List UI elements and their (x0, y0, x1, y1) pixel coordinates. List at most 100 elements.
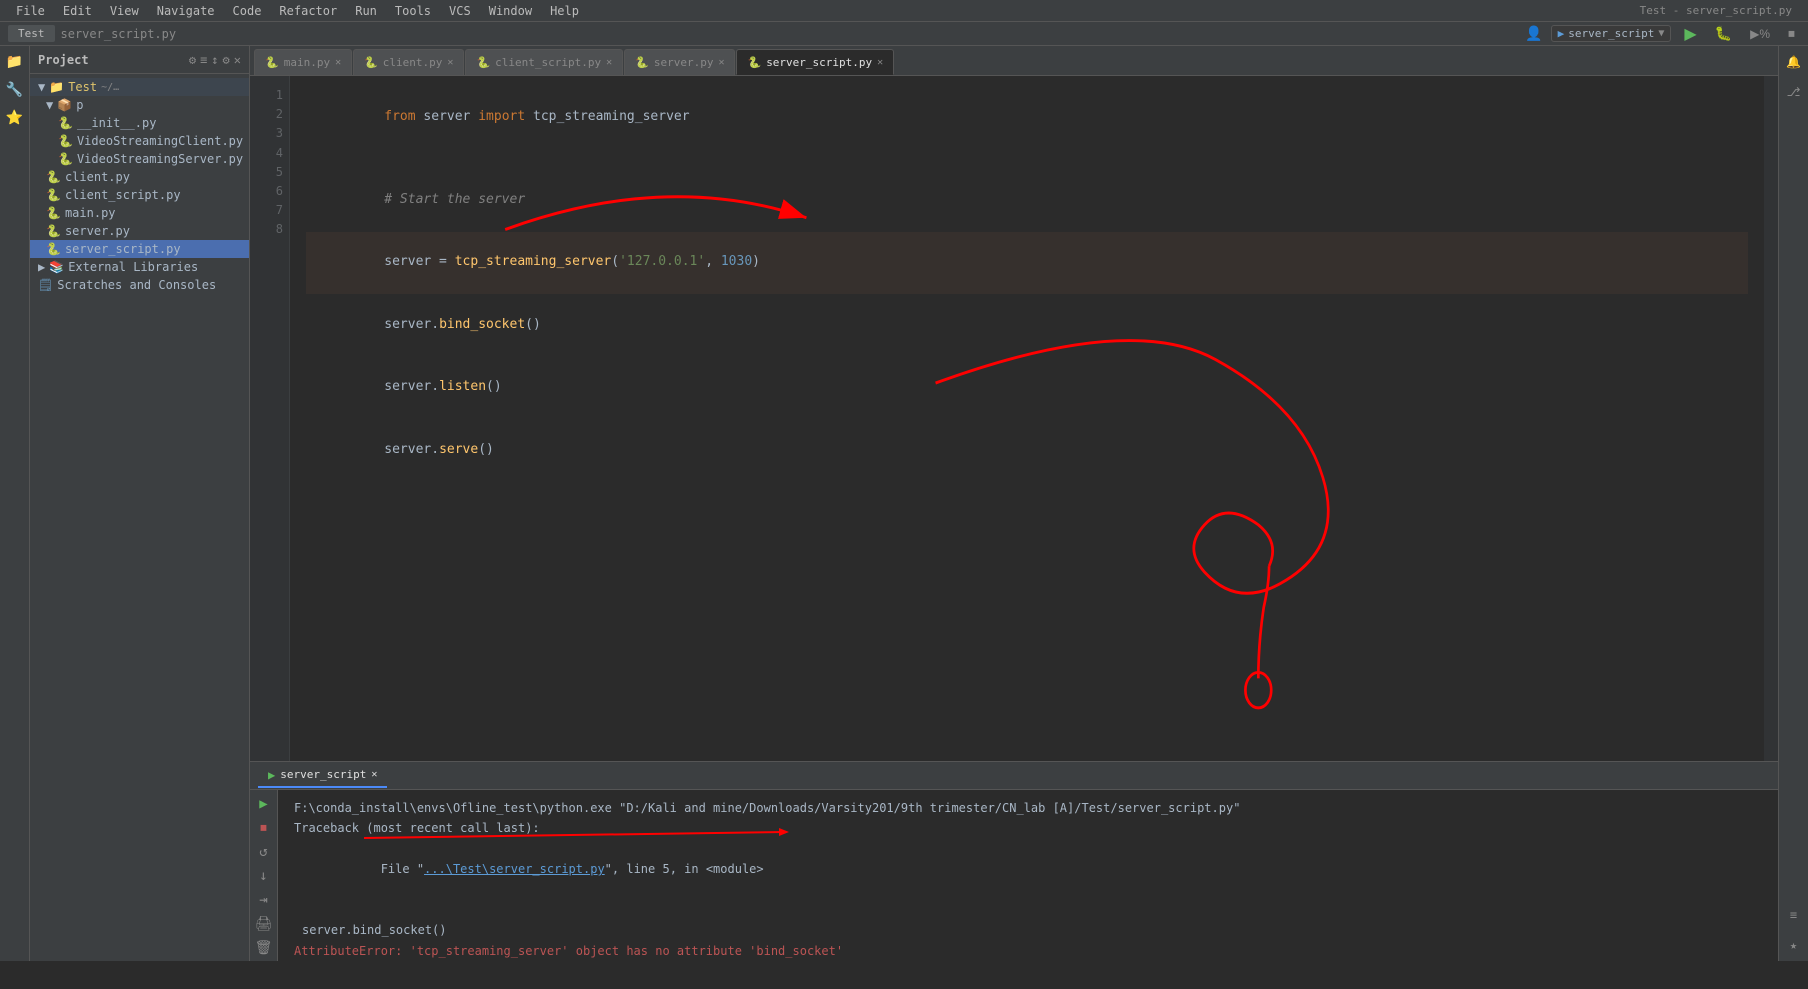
menu-code[interactable]: Code (225, 2, 270, 20)
menu-file[interactable]: File (8, 2, 53, 20)
title-tab[interactable]: Test (8, 25, 55, 42)
favorites-icon[interactable]: ⭐ (3, 106, 27, 130)
tree-item-vsclient[interactable]: 🐍 VideoStreamingClient.py (30, 132, 249, 150)
code-content[interactable]: from server import tcp_streaming_server … (290, 76, 1764, 761)
gear-icon[interactable]: ⚙ (189, 53, 196, 67)
menu-navigate[interactable]: Navigate (149, 2, 223, 20)
tree-label-server: server.py (65, 224, 130, 238)
menu-view[interactable]: View (102, 2, 147, 20)
folder-icon-p: 📦 (57, 98, 72, 112)
output-error: AttributeError: 'tcp_streaming_server' o… (294, 941, 1762, 961)
project-view-icon[interactable]: 📁 (3, 50, 27, 74)
tab-label-client: client.py (383, 56, 443, 69)
structure-right-icon[interactable]: ≡ (1782, 903, 1806, 927)
menu-help[interactable]: Help (542, 2, 587, 20)
run-config[interactable]: ▶ server_script ▼ (1551, 25, 1672, 42)
output-file-link[interactable]: ...\Test\server_script.py (424, 862, 605, 876)
folder-expand-p: ▼ (46, 98, 53, 112)
file-tree: ▼ 📁 Test ~/… ▼ 📦 p 🐍 __init__.py 🐍 Video… (30, 74, 249, 961)
menu-edit[interactable]: Edit (55, 2, 100, 20)
stop-button[interactable]: ⏹ (1783, 23, 1800, 44)
tree-item-client[interactable]: 🐍 client.py (30, 168, 249, 186)
bottom-tab-close[interactable]: ✕ (371, 769, 377, 780)
sort-icon[interactable]: ↕ (211, 53, 218, 67)
code-line-4: server = tcp_streaming_server('127.0.0.1… (306, 232, 1748, 294)
menu-window[interactable]: Window (481, 2, 540, 20)
rerun-icon[interactable]: ↺ (252, 842, 276, 862)
tree-item-extlib[interactable]: ▶ 📚 External Libraries (30, 258, 249, 276)
tab-server[interactable]: 🐍 server.py ✕ (624, 49, 735, 75)
code-editor[interactable]: 1 2 3 4 5 6 7 8 from server import tcp_s… (250, 76, 1778, 761)
python-icon-vsclient: 🐍 (58, 134, 73, 148)
tab-icon-main: 🐍 (265, 56, 279, 69)
python-icon-main: 🐍 (46, 206, 61, 220)
print-icon[interactable]: 🖨 (252, 914, 276, 934)
debug-button[interactable]: 🐛 (1710, 23, 1737, 44)
folder-expand-icon: ▼ (38, 80, 45, 94)
tree-item-p[interactable]: ▼ 📦 p (30, 96, 249, 114)
menu-tools[interactable]: Tools (387, 2, 439, 20)
tree-item-vsserver[interactable]: 🐍 VideoStreamingServer.py (30, 150, 249, 168)
tree-label-client-script: client_script.py (65, 188, 181, 202)
tab-close-client[interactable]: ✕ (447, 57, 453, 68)
menu-vcs[interactable]: VCS (441, 2, 479, 20)
favorites-right-icon[interactable]: ★ (1782, 933, 1806, 957)
tree-item-scratches[interactable]: 🗒 Scratches and Consoles (30, 276, 249, 294)
run-again-icon[interactable]: ▶ (252, 794, 276, 814)
tree-label-extlib: External Libraries (68, 260, 198, 274)
tree-label-scratches: Scratches and Consoles (57, 278, 216, 292)
git-icon[interactable]: ⎇ (1782, 80, 1806, 104)
output-code-line: server.bind_socket() (294, 920, 1762, 940)
clear-icon[interactable]: 🗑 (252, 938, 276, 958)
python-icon-init: 🐍 (58, 116, 73, 130)
scroll-output-icon[interactable]: ↓ (252, 866, 276, 886)
right-sidebar: 🔔 ⎇ ≡ ★ (1778, 46, 1808, 961)
tab-close-server-script[interactable]: ✕ (877, 57, 883, 68)
code-line-3: # Start the server (306, 169, 1748, 231)
editor-area: 🐍 main.py ✕ 🐍 client.py ✕ 🐍 client_scrip… (250, 46, 1778, 961)
close-panel-icon[interactable]: ✕ (234, 53, 241, 67)
run-button[interactable]: ▶ (1679, 22, 1701, 46)
tree-item-server-script[interactable]: 🐍 server_script.py (30, 240, 249, 258)
extlib-icon: 📚 (49, 260, 64, 274)
settings-icon[interactable]: ⚙ (223, 53, 230, 67)
run-tab-icon: ▶ (268, 768, 275, 782)
collapse-icon[interactable]: ≡ (200, 53, 207, 67)
structure-icon[interactable]: 🔧 (3, 78, 27, 102)
window-title-center: Test - server_script.py (1640, 4, 1792, 17)
tree-item-test[interactable]: ▼ 📁 Test ~/… (30, 78, 249, 96)
notifications-icon[interactable]: 🔔 (1782, 50, 1806, 74)
menu-run[interactable]: Run (347, 2, 385, 20)
tab-server-script[interactable]: 🐍 server_script.py ✕ (736, 49, 894, 75)
tree-item-main[interactable]: 🐍 main.py (30, 204, 249, 222)
panel-toolbar: ⚙ ≡ ↕ ⚙ ✕ (189, 53, 241, 67)
tab-close-main[interactable]: ✕ (335, 57, 341, 68)
run-config-dropdown[interactable]: ▼ (1658, 28, 1664, 39)
stop-run-icon[interactable]: ⏹ (252, 818, 276, 838)
title-file: server_script.py (61, 27, 177, 41)
run-icon: ▶ (1558, 27, 1565, 40)
tab-icon-client: 🐍 (364, 56, 378, 69)
tree-label-main: main.py (65, 206, 116, 220)
tree-item-server[interactable]: 🐍 server.py (30, 222, 249, 240)
tab-client-script[interactable]: 🐍 client_script.py ✕ (465, 49, 623, 75)
tree-item-init[interactable]: 🐍 __init__.py (30, 114, 249, 132)
soft-wrap-icon[interactable]: ⇥ (252, 890, 276, 910)
tab-main[interactable]: 🐍 main.py ✕ (254, 49, 352, 75)
tab-client[interactable]: 🐍 client.py ✕ (353, 49, 464, 75)
menu-refactor[interactable]: Refactor (271, 2, 345, 20)
tree-item-client-script[interactable]: 🐍 client_script.py (30, 186, 249, 204)
bottom-tab-run[interactable]: ▶ server_script ✕ (258, 764, 387, 788)
tab-close-server[interactable]: ✕ (718, 57, 724, 68)
scratches-icon: 🗒 (38, 278, 53, 292)
profile-icon[interactable]: 👤 (1525, 26, 1542, 42)
output-command: F:\conda_install\envs\Ofline_test\python… (294, 798, 1762, 818)
run-side-toolbar: ▶ ⏹ ↺ ↓ ⇥ 🖨 🗑 (250, 790, 278, 961)
python-icon-client: 🐍 (46, 170, 61, 184)
editor-scrollbar[interactable] (1764, 76, 1778, 761)
panel-header: Project ⚙ ≡ ↕ ⚙ ✕ (30, 46, 249, 74)
run-with-coverage[interactable]: ▶% (1745, 25, 1775, 43)
tree-label-client: client.py (65, 170, 130, 184)
tab-icon-server: 🐍 (635, 56, 649, 69)
tab-close-client-script[interactable]: ✕ (606, 57, 612, 68)
